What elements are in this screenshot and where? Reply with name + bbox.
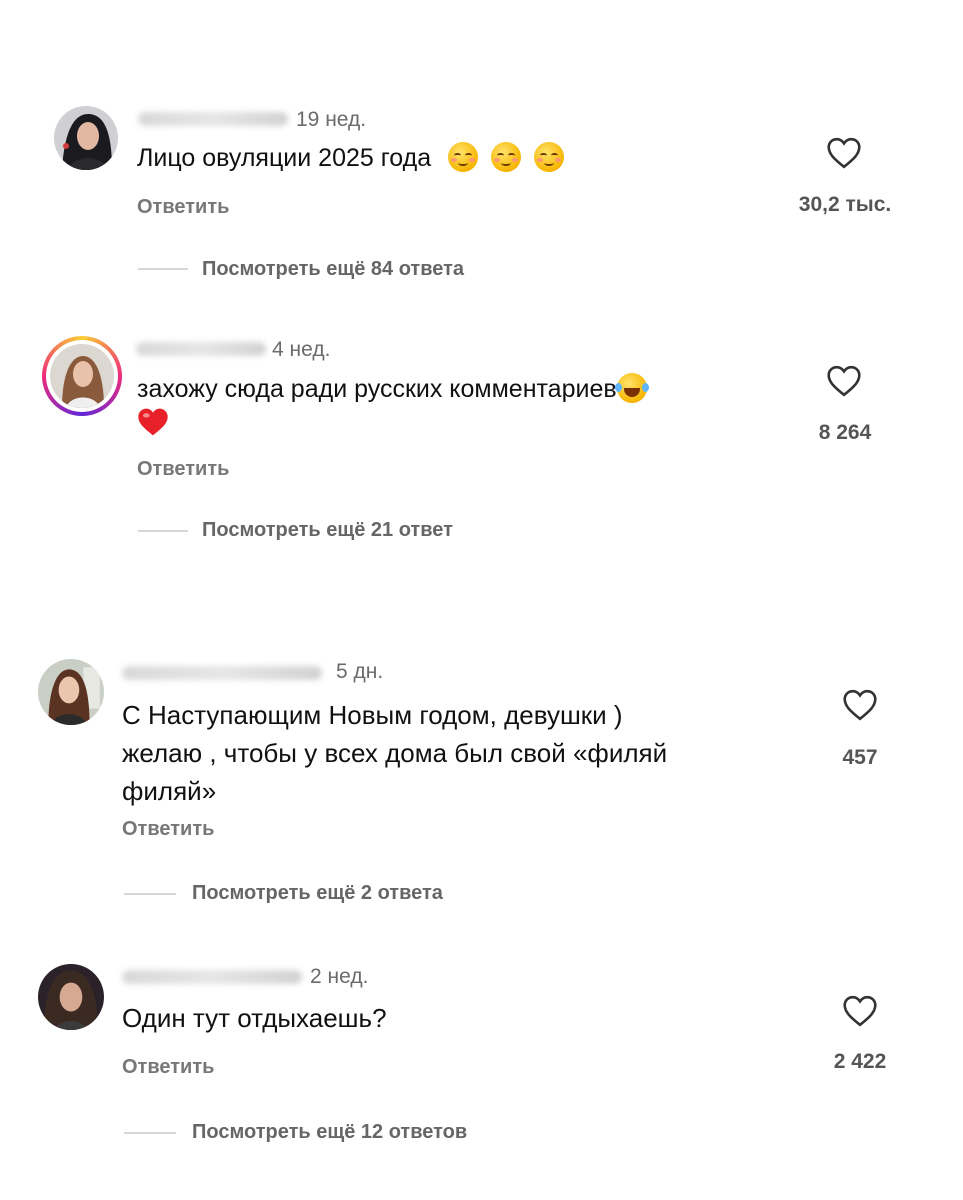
avatar[interactable] [38,964,104,1030]
username[interactable] [122,970,302,984]
avatar[interactable] [50,344,114,408]
avatar-photo [38,964,104,1030]
comment-text: Лицо овуляции 2025 года [137,140,564,176]
view-more-replies-button[interactable]: Посмотреть ещё 84 ответа [202,258,464,281]
comment-text-line: желаю , чтобы у всех дома был свой «филя… [122,738,668,768]
like-count: 30,2 тыс. [798,193,892,216]
username[interactable] [122,666,322,680]
like-count: 8 264 [818,421,872,444]
view-more-replies-button[interactable]: Посмотреть ещё 2 ответа [192,882,443,905]
comment-text: Один тут отдыхаешь? [122,1000,387,1036]
view-more-replies-button[interactable]: Посмотреть ещё 12 ответов [192,1121,467,1144]
heart-outline-icon[interactable] [826,365,862,397]
red-heart-emoji-icon [138,408,168,436]
divider-line [124,893,176,895]
comment-text-line: Лицо овуляции 2025 года [137,144,432,172]
divider-line [138,530,188,532]
divider-line [124,1132,176,1134]
avatar[interactable] [54,106,118,170]
heart-outline-icon[interactable] [842,689,878,721]
relieved-face-emoji-icon [448,142,479,172]
view-more-replies-button[interactable]: Посмотреть ещё 21 ответ [202,519,453,542]
reply-button[interactable]: Ответить [122,818,214,841]
divider-line [138,268,188,270]
like-count: 457 [842,746,878,769]
comment-time: 19 нед. [296,108,367,131]
reply-button[interactable]: Ответить [137,458,229,481]
comment-text-line: филяй» [122,776,217,806]
avatar-photo [38,659,104,725]
comment-text-line: С Наступающим Новым годом, девушки ) [122,700,623,730]
comment-time: 4 нед. [272,338,331,361]
reply-button[interactable]: Ответить [137,196,229,219]
comment-text-line: захожу сюда ради русских комментариев [137,375,617,403]
like-count: 2 422 [833,1050,887,1073]
comment-text: захожу сюда ради русских комментариев [137,371,649,407]
comment-text-line: Один тут отдыхаешь? [122,1003,387,1033]
tears-of-joy-emoji-icon [614,373,649,403]
avatar-photo [54,106,118,170]
heart-outline-icon[interactable] [826,137,862,169]
avatar[interactable] [38,659,104,725]
heart-outline-icon[interactable] [842,995,878,1027]
comment-time: 2 нед. [310,965,369,988]
relieved-face-emoji-icon [491,142,522,172]
username[interactable] [138,112,288,126]
comment-time: 5 дн. [336,660,384,683]
username[interactable] [136,342,266,356]
avatar-photo [50,344,114,408]
relieved-face-emoji-icon [534,142,564,172]
reply-button[interactable]: Ответить [122,1056,214,1079]
comment-text: С Наступающим Новым годом, девушки ) жел… [122,696,667,810]
